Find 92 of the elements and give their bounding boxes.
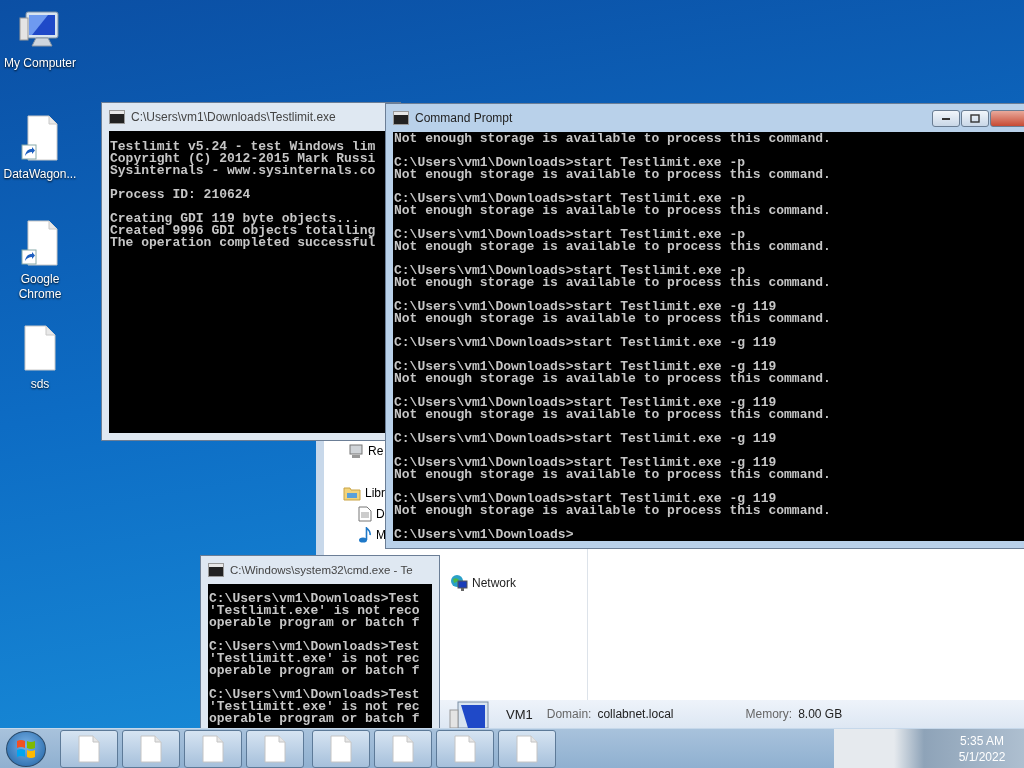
window-title: C:\Windows\system32\cmd.exe - Te (230, 564, 413, 576)
console-line: C:\Users\vm1\Downloads>start Testlimit.exe -p (394, 193, 746, 205)
globe-monitor-icon (450, 573, 468, 592)
device-icon (348, 442, 364, 459)
windows-flag-icon (15, 737, 37, 760)
console-line: Not enough storage is available to process this command. (394, 277, 832, 289)
desktop-icon-label[interactable]: sds (1, 377, 79, 392)
file-icon (78, 734, 100, 763)
console-line: Creating GDI 119 byte objects... (110, 213, 360, 225)
console-line: Not enough storage is available to process this command. (394, 505, 832, 517)
window-title: C:\Users\vm1\Downloads\Testlimit.exe (131, 110, 336, 124)
console-line: Not enough storage is available to process this command. (394, 133, 832, 145)
taskbar-button[interactable] (498, 729, 556, 768)
nav-item-label[interactable]: M (376, 527, 386, 542)
file-icon (516, 734, 538, 763)
console-line: C:\Users\vm1\Downloads>start Testlimit.exe -p (394, 157, 746, 169)
computer-icon (448, 700, 492, 728)
file-icon (202, 734, 224, 763)
console-line: C:\Users\vm1\Downloads>Test (209, 593, 421, 605)
file-icon[interactable] (24, 325, 56, 371)
desktop-icon-label[interactable]: My Computer (1, 56, 79, 71)
console-line: 'Testlimitt.exe' is not rec (209, 701, 421, 713)
shortcut-file-icon[interactable] (20, 220, 60, 266)
taskbar-button[interactable] (246, 729, 304, 768)
console-line: operable program or batch f (209, 713, 421, 725)
window-title: Command Prompt (415, 111, 513, 125)
taskbar-button[interactable] (374, 729, 432, 768)
console-line: The operation completed successful (110, 237, 377, 249)
nav-item-label[interactable]: Re (368, 443, 384, 458)
computer-name: VM1 (506, 706, 533, 722)
taskbar-button[interactable] (184, 729, 242, 768)
detail-label: Memory: (745, 707, 793, 721)
console-line: C:\Users\vm1\Downloads>start Testlimit.exe -p (394, 229, 746, 241)
taskbar-button[interactable] (60, 729, 118, 768)
maximize-icon (970, 114, 980, 123)
detail-value: collabnet.local (597, 707, 674, 721)
desktop-icon-label[interactable]: DataWagon... (1, 167, 79, 182)
file-icon (264, 734, 286, 763)
console-line: 'Testlimit.exe' is not reco (209, 605, 421, 617)
console-line: Testlimit v5.24 - test Windows lim (110, 141, 377, 153)
console-line: Created 9996 GDI objects totalling (110, 225, 377, 237)
console-line: Not enough storage is available to process this command. (394, 409, 832, 421)
detail-value: 8.00 GB (798, 707, 843, 721)
nav-item-label[interactable]: D (376, 506, 385, 521)
console-line: C:\Users\vm1\Downloads>start Testlimit.exe -g 119 (394, 397, 777, 409)
console-line: 'Testlimitt.exe' is not rec (209, 653, 421, 665)
console-line: C:\Users\vm1\Downloads>start Testlimit.exe -g 119 (394, 493, 777, 505)
console-line: C:\Users\vm1\Downloads>start Testlimit.exe -g 119 (394, 457, 777, 469)
document-icon (358, 505, 372, 522)
console-line: C:\Users\vm1\Downloads>start Testlimit.exe -g 119 (394, 361, 777, 373)
taskbar-button[interactable] (436, 729, 494, 768)
folder-icon (343, 484, 361, 501)
nav-item-label[interactable]: Libr (365, 485, 385, 500)
console-line: Not enough storage is available to process this command. (394, 205, 832, 217)
console-icon (109, 110, 125, 124)
desktop-icon-label[interactable]: Google Chrome (1, 272, 79, 302)
console-line: C:\Users\vm1\Downloads>start Testlimit.exe -g 119 (394, 301, 777, 313)
console-line: C:\Users\vm1\Downloads>start Testlimit.exe -g 119 (394, 433, 778, 445)
console-icon (208, 563, 224, 577)
music-note-icon (358, 526, 372, 543)
console-line: Not enough storage is available to process this command. (394, 469, 832, 481)
console-line: C:\Users\vm1\Downloads>start Testlimit.exe -g 119 (394, 337, 778, 349)
console-line: C:\Users\vm1\Downloads>start Testlimit.exe -p (394, 265, 746, 277)
start-button[interactable] (6, 730, 46, 767)
minimize-button[interactable] (932, 110, 960, 127)
console-line: operable program or batch f (209, 665, 421, 677)
console-line: Copyright (C) 2012-2015 Mark Russi (110, 153, 377, 165)
console-line: Sysinternals - www.sysinternals.co (110, 165, 377, 177)
file-icon (454, 734, 476, 763)
console-line: C:\Users\vm1\Downloads>Test (209, 641, 421, 653)
nav-item-label[interactable]: Network (472, 575, 516, 590)
console-line: Not enough storage is available to process this command. (394, 313, 832, 325)
console-line: Not enough storage is available to process this command. (394, 373, 832, 385)
console-icon (393, 111, 409, 125)
file-icon (140, 734, 162, 763)
clock-time: 5:35 AM (960, 732, 1004, 749)
taskbar-button[interactable] (122, 729, 180, 768)
console-line: operable program or batch f (209, 617, 421, 629)
detail-label: Domain: (546, 707, 592, 721)
computer-icon[interactable] (18, 10, 62, 50)
console-line: Process ID: 210624 (110, 189, 252, 201)
shortcut-file-icon[interactable] (20, 115, 60, 161)
console-line: Not enough storage is available to process this command. (394, 241, 832, 253)
close-button[interactable] (990, 110, 1024, 127)
taskbar-button[interactable] (312, 729, 370, 768)
console-line: C:\Users\vm1\Downloads>Test (209, 689, 421, 701)
file-icon (392, 734, 414, 763)
console-line: C:\Users\vm1\Downloads> (394, 529, 575, 541)
maximize-button[interactable] (961, 110, 989, 127)
console-line: Not enough storage is available to process this command. (394, 169, 832, 181)
clock-date: 5/1/2022 (958, 748, 1006, 765)
file-icon (330, 734, 352, 763)
